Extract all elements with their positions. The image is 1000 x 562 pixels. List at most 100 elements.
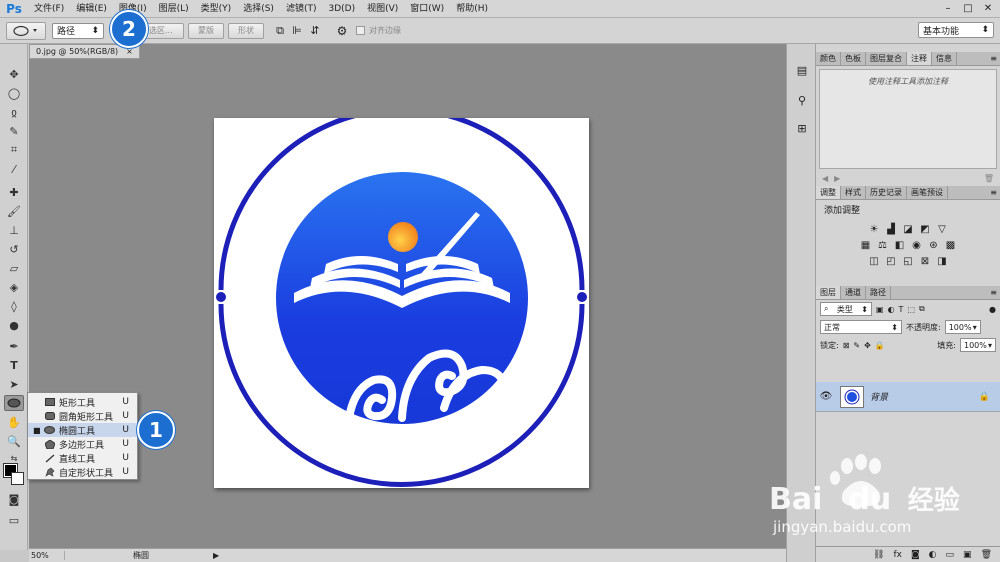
panel-menu-icon[interactable]: ≡ xyxy=(990,286,997,300)
new-adjustment-icon[interactable]: ◐ xyxy=(929,550,937,560)
quick-mask-icon[interactable]: ◙ xyxy=(4,491,24,507)
image-canvas[interactable] xyxy=(214,107,589,488)
flyout-item-rectangle[interactable]: 矩形工具 U xyxy=(28,395,137,409)
menu-file[interactable]: 文件(F) xyxy=(28,0,70,18)
elliptical-marquee-icon[interactable]: ◯ xyxy=(4,85,24,101)
fill-field[interactable]: 100% ▾ xyxy=(960,338,996,352)
eyedropper-icon[interactable]: ⁄ xyxy=(4,161,24,177)
black-white-icon[interactable]: ◧ xyxy=(894,239,906,251)
tab-info[interactable]: 信息 xyxy=(932,52,957,65)
tab-channels[interactable]: 通道 xyxy=(841,286,866,299)
tab-adjustments[interactable]: 调整 xyxy=(816,186,841,199)
tab-swatches[interactable]: 色板 xyxy=(841,52,866,65)
eraser-icon[interactable]: ▱ xyxy=(4,260,24,276)
hue-saturation-icon[interactable]: ▦ xyxy=(860,239,872,251)
lock-pixels-icon[interactable]: ✎ xyxy=(853,341,860,350)
menu-edit[interactable]: 编辑(E) xyxy=(70,0,113,18)
channel-mixer-icon[interactable]: ⊛ xyxy=(928,239,940,251)
panel-menu-icon[interactable]: ≡ xyxy=(990,186,997,200)
delete-layer-icon[interactable]: 🗑 xyxy=(981,550,992,560)
zoom-icon[interactable]: 🔍 xyxy=(4,433,24,449)
invert-icon[interactable]: ◫ xyxy=(868,255,880,267)
trash-icon[interactable]: 🗑 xyxy=(984,174,994,183)
pen-icon[interactable]: ✒ xyxy=(4,338,24,354)
document-workspace[interactable]: 0.jpg @ 50%(RGB/8) × xyxy=(29,44,786,548)
history-brush-icon[interactable]: ↺ xyxy=(4,241,24,257)
selective-color-icon[interactable]: ⊠ xyxy=(919,255,931,267)
tab-history[interactable]: 历史记录 xyxy=(866,186,907,199)
menu-layer[interactable]: 图层(L) xyxy=(153,0,195,18)
filter-pixel-icon[interactable]: ▣ xyxy=(876,305,884,314)
blur-icon[interactable]: ◊ xyxy=(4,298,24,314)
align-edges-checkbox[interactable] xyxy=(356,26,365,35)
move-tool-icon[interactable]: ✥ xyxy=(4,66,24,82)
flyout-item-line[interactable]: 直线工具 U xyxy=(28,451,137,465)
path-select-icon[interactable]: ➤ xyxy=(4,376,24,392)
path-arrangement-icon[interactable]: ⇵ xyxy=(306,24,324,37)
paint-bucket-icon[interactable]: ◈ xyxy=(4,279,24,295)
flyout-item-polygon[interactable]: 多边形工具 U xyxy=(28,437,137,451)
lasso-icon[interactable]: ჲ xyxy=(4,104,24,120)
threshold-icon[interactable]: ◱ xyxy=(902,255,914,267)
workspace-select[interactable]: 基本功能 ⬍ xyxy=(918,22,994,38)
brush-presets-icon[interactable]: ⚲ xyxy=(793,92,811,108)
hand-icon[interactable]: ✋ xyxy=(4,414,24,430)
clone-source-icon[interactable]: ⊞ xyxy=(793,120,811,136)
screen-mode-icon[interactable]: ▭ xyxy=(4,512,24,528)
crop-icon[interactable]: ⌗ xyxy=(4,142,24,158)
tab-notes[interactable]: 注释 xyxy=(907,52,932,65)
prev-note-icon[interactable]: ◀ xyxy=(822,174,828,183)
posterize-icon[interactable]: ◰ xyxy=(885,255,897,267)
path-alignment-icon[interactable]: ⊫ xyxy=(288,24,306,37)
vibrance-icon[interactable]: ▽ xyxy=(936,223,948,235)
tab-layer-comps[interactable]: 图层复合 xyxy=(866,52,907,65)
ellipse-tool-active-icon[interactable] xyxy=(4,395,24,411)
panel-menu-icon[interactable]: ≡ xyxy=(990,52,997,66)
path-operations-icon[interactable]: ⧉ xyxy=(272,24,288,38)
dodge-icon[interactable]: ● xyxy=(4,317,24,333)
new-group-icon[interactable]: ▭ xyxy=(946,550,955,560)
menu-type[interactable]: 类型(Y) xyxy=(195,0,238,18)
photo-filter-icon[interactable]: ◉ xyxy=(911,239,923,251)
menu-view[interactable]: 视图(V) xyxy=(361,0,404,18)
menu-help[interactable]: 帮助(H) xyxy=(450,0,494,18)
opacity-field[interactable]: 100% ▾ xyxy=(944,320,981,334)
tab-styles[interactable]: 样式 xyxy=(841,186,866,199)
filter-smart-icon[interactable]: ⧉ xyxy=(919,304,925,314)
filter-adjust-icon[interactable]: ◐ xyxy=(888,305,895,314)
curves-icon[interactable]: ◪ xyxy=(902,223,914,235)
menu-window[interactable]: 窗口(W) xyxy=(404,0,450,18)
tab-paths[interactable]: 路径 xyxy=(866,286,891,299)
exposure-icon[interactable]: ◩ xyxy=(919,223,931,235)
make-shape-button[interactable]: 形状 xyxy=(228,22,264,39)
layer-filter-select[interactable]: ⌕ 类型 ⬍ xyxy=(820,302,872,316)
levels-icon[interactable]: ▟ xyxy=(885,223,897,235)
layer-row-background[interactable]: 👁 背景 🔒 xyxy=(816,382,1000,412)
link-layers-icon[interactable]: ⛓ xyxy=(873,550,884,560)
healing-brush-icon[interactable]: ✚ xyxy=(4,184,24,200)
brush-panel-icon[interactable]: ▤ xyxy=(793,62,811,78)
status-arrow-icon[interactable]: ▶ xyxy=(213,551,219,560)
gear-icon[interactable]: ⚙ xyxy=(334,24,350,38)
quick-select-icon[interactable]: ✎ xyxy=(4,123,24,139)
next-note-icon[interactable]: ▶ xyxy=(834,174,840,183)
lock-position-icon[interactable]: ✥ xyxy=(864,341,871,350)
tab-layers[interactable]: 图层 xyxy=(816,286,841,299)
lock-all-icon[interactable]: 🔒 xyxy=(875,341,885,350)
flyout-item-custom-shape[interactable]: 自定形状工具 U xyxy=(28,465,137,479)
color-lookup-icon[interactable]: ▩ xyxy=(945,239,957,251)
clone-stamp-icon[interactable]: ⊥ xyxy=(4,222,24,238)
minimize-button[interactable]: – xyxy=(940,1,956,15)
type-tool-icon[interactable]: T xyxy=(4,357,24,373)
make-mask-button[interactable]: 蒙版 xyxy=(188,22,224,39)
background-color-swatch[interactable] xyxy=(11,472,24,485)
tab-color[interactable]: 颜色 xyxy=(816,52,841,65)
new-layer-icon[interactable]: ▣ xyxy=(963,550,972,560)
menu-select[interactable]: 选择(S) xyxy=(237,0,280,18)
maximize-button[interactable]: □ xyxy=(960,1,976,15)
brightness-icon[interactable]: ☀ xyxy=(868,223,880,235)
menu-filter[interactable]: 滤镜(T) xyxy=(280,0,323,18)
zoom-level[interactable]: 50% xyxy=(29,551,65,560)
menu-3d[interactable]: 3D(D) xyxy=(322,0,361,18)
tool-mode-select[interactable]: 路径 ⬍ xyxy=(52,22,104,39)
